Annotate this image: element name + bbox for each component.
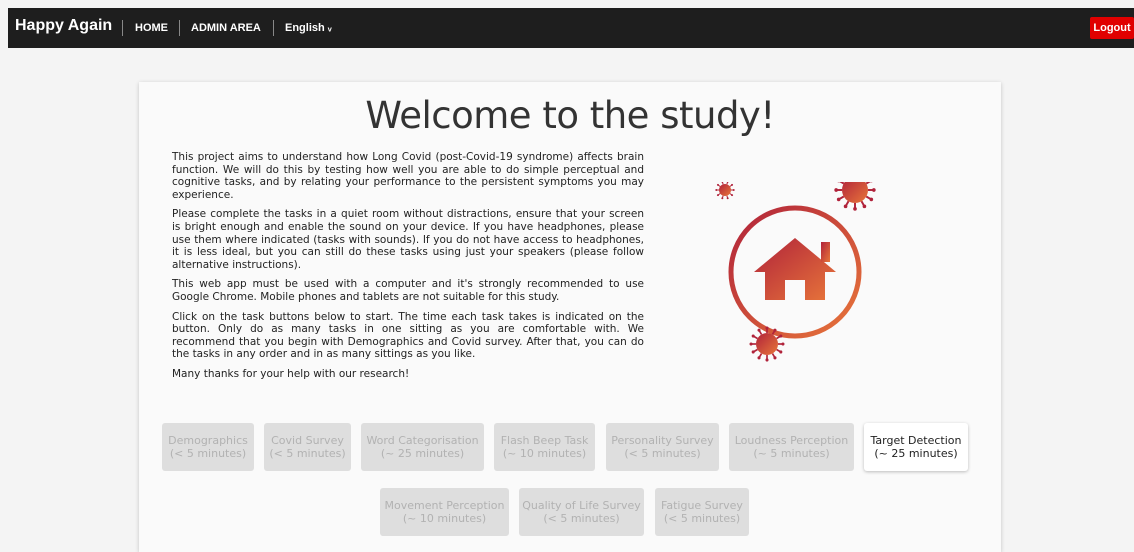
target-detection-task-button[interactable]: Target Detection(~ 25 minutes) <box>864 423 968 471</box>
welcome-card: Welcome to the study! This project aims … <box>139 82 1001 552</box>
nav-divider <box>179 20 180 36</box>
task-duration: (~ 10 minutes) <box>503 447 586 460</box>
brand-logo[interactable]: Happy Again <box>15 17 112 35</box>
nav-divider <box>122 20 123 36</box>
loudness-perception-task-button[interactable]: Loudness Perception(~ 5 minutes) <box>729 423 854 471</box>
demographics-task-button[interactable]: Demographics(< 5 minutes) <box>162 423 254 471</box>
page-title: Welcome to the study! <box>139 94 1001 137</box>
task-name: Quality of Life Survey <box>522 499 641 512</box>
virus-icon <box>834 182 875 211</box>
word-categorisation-task-button[interactable]: Word Categorisation(~ 25 minutes) <box>361 423 484 471</box>
task-duration: (~ 10 minutes) <box>403 512 486 525</box>
task-duration: (< 5 minutes) <box>543 512 619 525</box>
flash-beep-task-task-button[interactable]: Flash Beep Task(~ 10 minutes) <box>494 423 595 471</box>
intro-text: This project aims to understand how Long… <box>172 151 644 388</box>
task-name: Flash Beep Task <box>501 434 589 447</box>
nav-admin-area-link[interactable]: ADMIN AREA <box>191 22 261 34</box>
task-name: Covid Survey <box>271 434 344 447</box>
nav-divider <box>273 20 274 36</box>
language-select[interactable]: English ᵥ <box>285 22 332 34</box>
personality-survey-task-button[interactable]: Personality Survey(< 5 minutes) <box>606 423 719 471</box>
study-illustration <box>709 182 909 382</box>
fatigue-survey-task-button[interactable]: Fatigue Survey(< 5 minutes) <box>655 488 749 536</box>
intro-paragraph: This project aims to understand how Long… <box>172 151 644 201</box>
logout-button[interactable]: Logout <box>1090 17 1134 39</box>
intro-paragraph: Many thanks for your help with our resea… <box>172 368 644 381</box>
task-name: Movement Perception <box>385 499 505 512</box>
task-name: Target Detection <box>871 434 962 447</box>
task-duration: (< 5 minutes) <box>624 447 700 460</box>
task-name: Demographics <box>168 434 248 447</box>
task-duration: (~ 25 minutes) <box>381 447 464 460</box>
virus-icon <box>715 182 734 199</box>
quality-of-life-survey-task-button[interactable]: Quality of Life Survey(< 5 minutes) <box>519 488 644 536</box>
task-duration: (< 5 minutes) <box>664 512 740 525</box>
task-duration: (~ 5 minutes) <box>753 447 829 460</box>
task-duration: (< 5 minutes) <box>269 447 345 460</box>
home-icon <box>754 238 836 300</box>
task-name: Loudness Perception <box>735 434 848 447</box>
movement-perception-task-button[interactable]: Movement Perception(~ 10 minutes) <box>380 488 509 536</box>
intro-paragraph: Click on the task buttons below to start… <box>172 311 644 361</box>
intro-paragraph: Please complete the tasks in a quiet roo… <box>172 208 644 271</box>
task-name: Word Categorisation <box>366 434 478 447</box>
intro-paragraph: This web app must be used with a compute… <box>172 278 644 303</box>
task-name: Fatigue Survey <box>661 499 743 512</box>
covid-survey-task-button[interactable]: Covid Survey(< 5 minutes) <box>264 423 351 471</box>
task-duration: (~ 25 minutes) <box>874 447 957 460</box>
navbar: Happy Again HOME ADMIN AREA English ᵥ Lo… <box>8 8 1134 48</box>
nav-home-link[interactable]: HOME <box>135 22 168 34</box>
task-duration: (< 5 minutes) <box>170 447 246 460</box>
task-name: Personality Survey <box>611 434 713 447</box>
